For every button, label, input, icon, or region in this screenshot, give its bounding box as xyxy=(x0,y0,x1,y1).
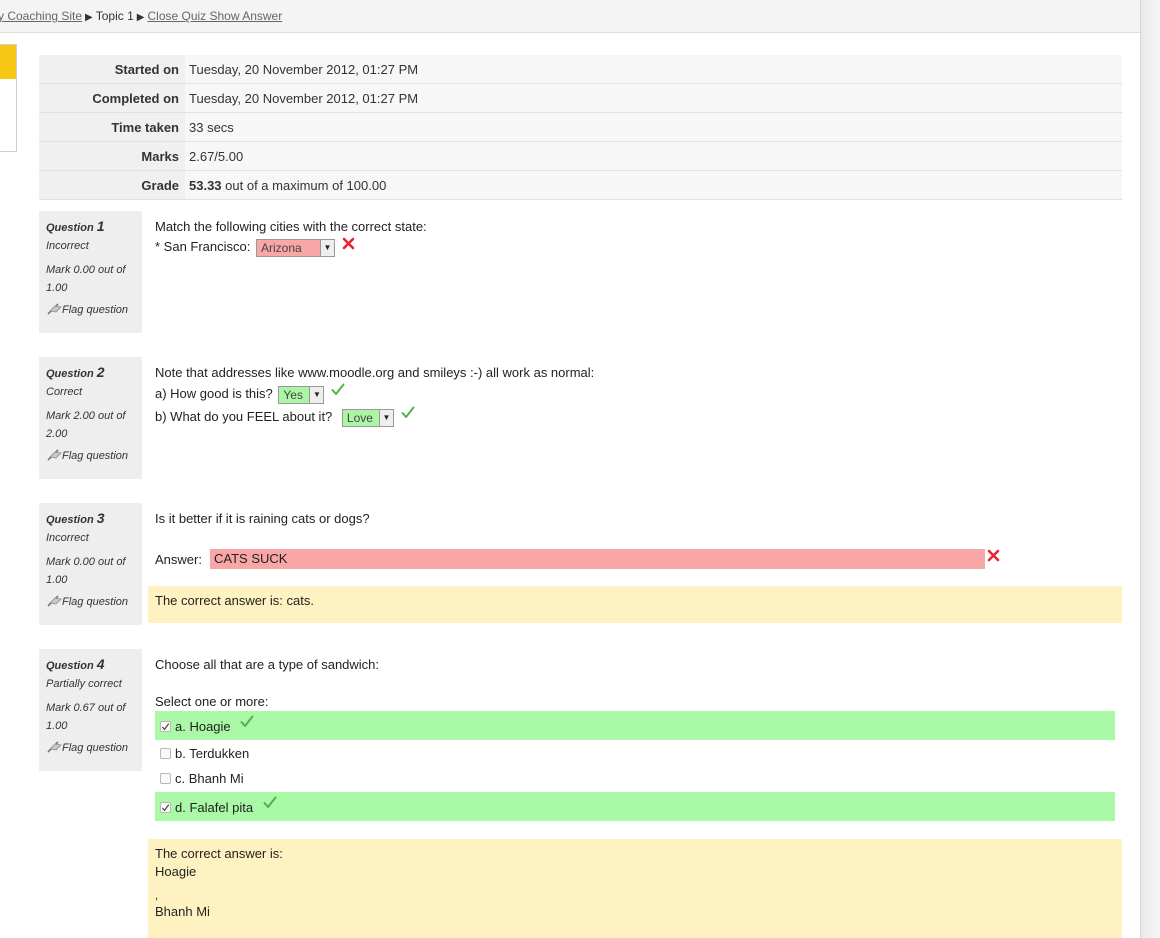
answer-label: Answer: xyxy=(155,552,202,567)
option-a[interactable]: a. Hoagie xyxy=(155,711,1115,740)
left-block-header xyxy=(0,45,16,79)
dropdown-arrow-icon: ▼ xyxy=(320,239,334,256)
question-1-info: Question 1 Incorrect Mark 0.00 out of 1.… xyxy=(39,211,142,333)
summary-label: Marks xyxy=(39,141,185,171)
feedback-answer: Bhanh Mi xyxy=(155,904,210,919)
question-2-text: Note that addresses like www.moodle.org … xyxy=(155,365,595,380)
breadcrumb-separator-icon: ▶ xyxy=(85,12,93,23)
breadcrumb-bar: y Coaching Site ▶ Topic 1 ▶ Close Quiz Show … xyxy=(0,0,1140,33)
flag-icon xyxy=(47,741,62,753)
breadcrumb-separator-icon: ▶ xyxy=(136,12,145,23)
flag-question-link[interactable]: Flag question xyxy=(46,303,135,316)
flag-icon xyxy=(47,303,62,315)
flag-icon xyxy=(47,449,62,461)
tick-icon xyxy=(263,796,277,808)
answer-select[interactable]: Yes ▼ xyxy=(278,385,325,404)
option-d[interactable]: d. Falafel pita xyxy=(155,792,1115,821)
match-label: * San Francisco: xyxy=(155,239,251,254)
question-state: Partially correct xyxy=(46,678,122,690)
summary-value: 33 secs xyxy=(185,112,1122,142)
question-1-text: Match the following cities with the corr… xyxy=(155,219,427,234)
feedback-title: The correct answer is: xyxy=(155,846,283,861)
grade-max: out of a maximum of 100.00 xyxy=(221,177,387,193)
cross-icon xyxy=(342,237,354,250)
summary-label: Grade xyxy=(39,170,185,200)
attempt-summary-table: Started on Tuesday, 20 November 2012, 01… xyxy=(39,55,1122,200)
breadcrumb-site-link[interactable]: y Coaching Site xyxy=(0,9,82,23)
option-checkbox[interactable] xyxy=(160,802,171,814)
answer-select[interactable]: Love ▼ xyxy=(341,408,394,427)
summary-value: Tuesday, 20 November 2012, 01:27 PM xyxy=(185,55,1122,84)
option-c[interactable]: c. Bhanh Mi xyxy=(155,765,1115,794)
question-2-item-a: a) How good is this? Yes ▼ xyxy=(155,383,345,404)
question-state: Incorrect xyxy=(46,532,89,544)
select-prompt: Select one or more: xyxy=(155,694,269,709)
flag-question-link[interactable]: Flag question xyxy=(46,449,135,462)
option-checkbox[interactable] xyxy=(160,721,171,733)
question-mark: Mark 0.00 out of 1.00 xyxy=(46,556,126,586)
option-label: c. Bhanh Mi xyxy=(175,771,244,787)
feedback-answer: Hoagie xyxy=(155,864,197,879)
checkmark-icon xyxy=(161,723,170,731)
question-3-info: Question 3 Incorrect Mark 0.00 out of 1.… xyxy=(39,503,142,625)
flag-question-link[interactable]: Flag question xyxy=(46,741,135,754)
question-3-feedback: The correct answer is: cats. xyxy=(148,586,1122,623)
question-2-info: Question 2 Correct Mark 2.00 out of 2.00… xyxy=(39,357,142,479)
option-label: b. Terdukken xyxy=(175,746,250,762)
question-state: Incorrect xyxy=(46,240,89,252)
breadcrumb-topic: Topic 1 xyxy=(95,9,134,23)
option-label: d. Falafel pita xyxy=(175,800,254,816)
question-number: Question 2 xyxy=(46,364,105,380)
item-label: b) What do you FEEL about it? xyxy=(155,409,333,424)
question-state: Correct xyxy=(46,386,83,398)
tick-icon xyxy=(240,715,254,727)
question-3-text: Is it better if it is raining cats or do… xyxy=(155,511,370,526)
grade-value: 53.33 xyxy=(189,177,222,193)
summary-row: Marks 2.67/5.00 xyxy=(39,141,1122,171)
left-block xyxy=(0,44,17,152)
option-label: a. Hoagie xyxy=(175,719,231,735)
question-mark: Mark 0.67 out of 1.00 xyxy=(46,702,126,732)
flag-icon xyxy=(47,595,62,607)
summary-row: Completed on Tuesday, 20 November 2012, … xyxy=(39,83,1122,113)
tick-icon xyxy=(401,406,415,418)
option-checkbox[interactable] xyxy=(160,773,171,785)
flag-question-link[interactable]: Flag question xyxy=(46,595,135,608)
summary-label: Time taken xyxy=(39,112,185,142)
answer-input[interactable]: CATS SUCK xyxy=(210,549,985,569)
cross-icon xyxy=(987,549,1000,562)
question-number: Question 3 xyxy=(46,510,105,526)
question-2-item-b: b) What do you FEEL about it? Love ▼ xyxy=(155,406,415,427)
tick-icon xyxy=(331,383,345,395)
question-4-feedback: The correct answer is: Hoagie , Bhanh Mi xyxy=(148,839,1122,938)
dropdown-arrow-icon: ▼ xyxy=(309,386,324,403)
summary-label: Completed on xyxy=(39,83,185,113)
breadcrumb-current-link[interactable]: Close Quiz Show Answer xyxy=(147,9,282,23)
breadcrumb: y Coaching Site ▶ Topic 1 ▶ Close Quiz Show … xyxy=(0,9,282,23)
option-checkbox[interactable] xyxy=(160,748,171,760)
summary-row: Started on Tuesday, 20 November 2012, 01… xyxy=(39,55,1122,84)
question-number: Question 1 xyxy=(46,218,105,234)
match-select[interactable]: Arizona ▼ xyxy=(256,238,335,257)
summary-value: 53.33 out of a maximum of 100.00 xyxy=(185,170,1122,200)
question-4-info: Question 4 Partially correct Mark 0.67 o… xyxy=(39,649,142,771)
question-1-line: * San Francisco: Arizona ▼ xyxy=(155,237,355,257)
right-scroll-panel xyxy=(1140,0,1160,938)
question-number: Question 4 xyxy=(46,656,105,672)
item-label: a) How good is this? xyxy=(155,386,273,401)
summary-row: Time taken 33 secs xyxy=(39,112,1122,142)
summary-value: 2.67/5.00 xyxy=(185,141,1122,171)
summary-row: Grade 53.33 out of a maximum of 100.00 xyxy=(39,170,1122,200)
checkmark-icon xyxy=(161,804,170,812)
summary-value: Tuesday, 20 November 2012, 01:27 PM xyxy=(185,83,1122,113)
summary-label: Started on xyxy=(39,55,185,84)
dropdown-arrow-icon: ▼ xyxy=(378,409,393,426)
question-mark: Mark 2.00 out of 2.00 xyxy=(46,410,126,440)
question-mark: Mark 0.00 out of 1.00 xyxy=(46,264,126,294)
question-4-text: Choose all that are a type of sandwich: xyxy=(155,657,380,672)
feedback-separator: , xyxy=(155,890,159,902)
